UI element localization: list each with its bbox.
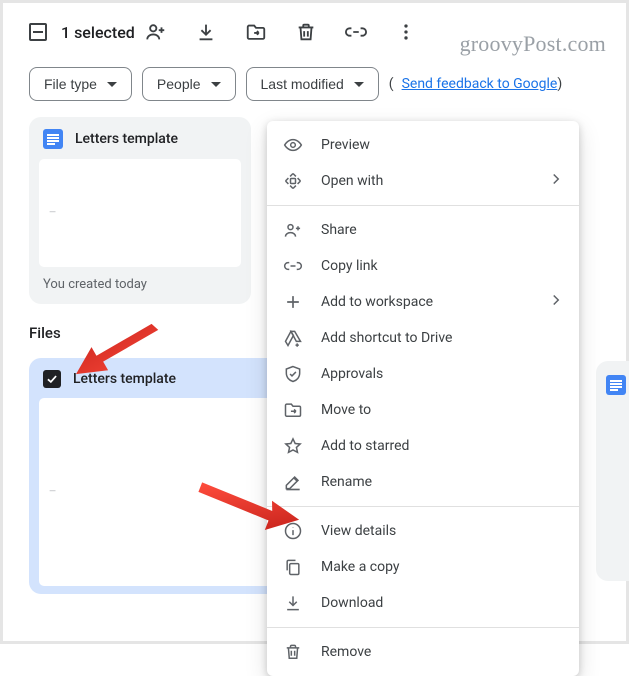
menu-share[interactable]: Share <box>267 212 579 248</box>
drive-shortcut-icon <box>283 328 303 348</box>
menu-label: Download <box>321 595 383 611</box>
menu-label: Make a copy <box>321 559 400 575</box>
chip-label: File type <box>44 76 97 92</box>
chip-label: Last modified <box>261 76 344 92</box>
menu-label: Open with <box>321 173 383 189</box>
menu-move-to[interactable]: Move to <box>267 392 579 428</box>
menu-add-starred[interactable]: Add to starred <box>267 428 579 464</box>
paren-open: ( <box>389 76 394 92</box>
file-title: Letters template <box>75 131 178 147</box>
file-preview: — <box>39 159 241 267</box>
selection-checkbox-icon[interactable] <box>29 23 47 41</box>
chevron-down-icon <box>107 82 117 87</box>
google-doc-icon <box>606 375 626 395</box>
trash-icon <box>283 642 303 662</box>
download-icon[interactable] <box>195 21 217 43</box>
menu-download[interactable]: Download <box>267 585 579 621</box>
menu-label: Add to starred <box>321 438 409 454</box>
plus-icon <box>283 292 303 312</box>
share-icon <box>283 220 303 240</box>
chip-people[interactable]: People <box>142 67 236 101</box>
share-person-icon[interactable] <box>145 21 167 43</box>
more-options-icon[interactable] <box>395 21 417 43</box>
menu-label: Rename <box>321 474 372 490</box>
paren-close: ) <box>557 76 562 92</box>
file-card-peek[interactable] <box>596 361 629 581</box>
menu-label: Add shortcut to Drive <box>321 330 452 346</box>
chevron-down-icon <box>211 82 221 87</box>
menu-add-workspace[interactable]: Add to workspace <box>267 284 579 320</box>
menu-label: Move to <box>321 402 371 418</box>
approvals-icon <box>283 364 303 384</box>
move-folder-icon <box>283 400 303 420</box>
menu-add-shortcut[interactable]: Add shortcut to Drive <box>267 320 579 356</box>
context-menu: Preview Open with Share Copy link Add to… <box>267 121 579 676</box>
chip-file-type[interactable]: File type <box>29 67 132 101</box>
annotation-arrow <box>189 471 309 561</box>
download-icon <box>283 593 303 613</box>
menu-label: Add to workspace <box>321 294 433 310</box>
chip-label: People <box>157 76 201 92</box>
filter-bar: File type People Last modified ( Send fee… <box>3 49 626 111</box>
menu-label: Share <box>321 222 357 238</box>
chevron-right-icon <box>547 291 565 313</box>
star-icon <box>283 436 303 456</box>
annotation-arrow <box>71 313 171 393</box>
chip-last-modified[interactable]: Last modified <box>246 67 379 101</box>
menu-separator <box>267 627 579 628</box>
watermark-text: groovyPost.com <box>460 31 606 57</box>
menu-separator <box>267 506 579 507</box>
menu-rename[interactable]: Rename <box>267 464 579 500</box>
chevron-down-icon <box>354 82 364 87</box>
menu-separator <box>267 205 579 206</box>
menu-label: Remove <box>321 644 371 660</box>
move-to-folder-icon[interactable] <box>245 21 267 43</box>
link-icon <box>283 256 303 276</box>
send-feedback-link[interactable]: Send feedback to Google <box>402 76 558 92</box>
file-card-suggestion[interactable]: Letters template — You created today <box>29 117 251 304</box>
menu-view-details[interactable]: View details <box>267 513 579 549</box>
chevron-right-icon <box>547 170 565 192</box>
menu-make-copy[interactable]: Make a copy <box>267 549 579 585</box>
eye-icon <box>283 135 303 155</box>
link-icon[interactable] <box>345 21 367 43</box>
preview-placeholder: — <box>49 487 58 497</box>
open-with-icon <box>283 171 303 191</box>
checkbox-checked-icon[interactable] <box>43 370 61 388</box>
selection-count: 1 selected <box>61 23 135 42</box>
menu-remove[interactable]: Remove <box>267 634 579 670</box>
preview-placeholder: — <box>49 208 58 218</box>
google-doc-icon <box>43 129 63 149</box>
menu-label: Approvals <box>321 366 383 382</box>
menu-label: View details <box>321 523 396 539</box>
file-subtitle: You created today <box>29 267 251 304</box>
menu-open-with[interactable]: Open with <box>267 163 579 199</box>
trash-icon[interactable] <box>295 21 317 43</box>
menu-approvals[interactable]: Approvals <box>267 356 579 392</box>
feedback-wrap: ( Send feedback to Google) <box>389 76 562 92</box>
menu-label: Copy link <box>321 258 378 274</box>
menu-label: Preview <box>321 137 370 153</box>
menu-copy-link[interactable]: Copy link <box>267 248 579 284</box>
menu-preview[interactable]: Preview <box>267 127 579 163</box>
